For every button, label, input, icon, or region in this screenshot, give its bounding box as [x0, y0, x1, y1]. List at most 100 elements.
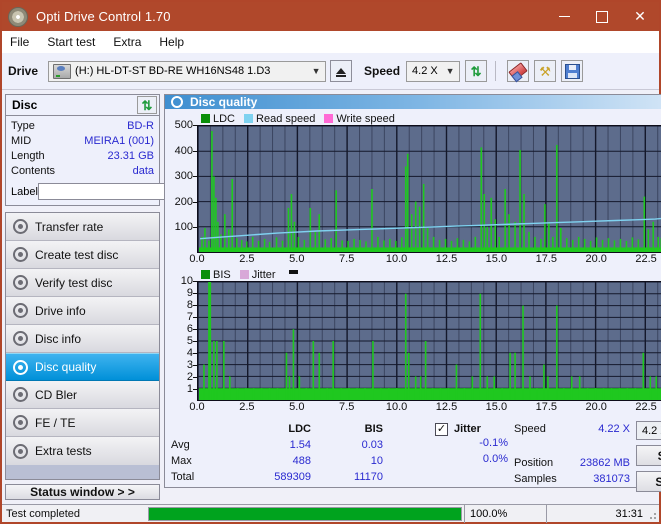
- legend-item-ldc: LDC: [201, 113, 235, 125]
- readout-position-value: 23862 MB: [579, 457, 630, 469]
- readout-samples-key: Samples: [514, 473, 557, 485]
- disc-row-contents: Contents data: [11, 164, 154, 179]
- menu-item-help[interactable]: Help: [159, 35, 184, 49]
- navigation-list: Transfer rate Create test disc Verify te…: [5, 212, 160, 480]
- ldc-chart: 100200300400500 2 X4 X6 X8 X10 X12 X14 X…: [167, 119, 661, 253]
- speed-select[interactable]: 4.2 X ▼: [406, 60, 461, 82]
- start-part-button[interactable]: Start part: [636, 471, 661, 492]
- disc-icon: [13, 331, 28, 346]
- disc-refresh-button[interactable]: ⇅: [137, 96, 157, 114]
- disc-panel-header: Disc ⇅: [6, 95, 159, 116]
- y-tick-label: 100: [174, 221, 193, 234]
- legend-item-read-speed: Read speed: [244, 113, 315, 125]
- sidebar-item-disc-quality[interactable]: Disc quality: [6, 353, 159, 381]
- jitter-checkbox[interactable]: ✓: [435, 422, 448, 436]
- jitter-total-value: [396, 469, 514, 485]
- close-button[interactable]: ✕: [621, 2, 659, 31]
- sidebar-item-label: CD Bler: [35, 387, 78, 402]
- menu-item-file[interactable]: File: [10, 35, 29, 49]
- refresh-icon: ⇅: [141, 97, 153, 113]
- y-tick-label: 400: [174, 144, 193, 157]
- sidebar-item-cd-bler[interactable]: CD Bler: [6, 381, 159, 409]
- test-speed-select[interactable]: 4.2 X ▼: [636, 421, 661, 440]
- disc-icon: [13, 359, 28, 375]
- disc-contents-key: Contents: [11, 165, 56, 177]
- stats-max-ldc: 488: [292, 455, 311, 467]
- x-tick-label: 5.0: [289, 401, 305, 413]
- readout-spacer: [514, 437, 634, 455]
- disc-quality-icon: [171, 96, 183, 108]
- progress-fill: [149, 507, 461, 520]
- erase-button[interactable]: [507, 60, 530, 82]
- sidebar-item-label: Verify test disc: [35, 275, 113, 290]
- disc-info-rows: Type BD-R MID MEIRA1 (001) Length 23.31 …: [6, 116, 241, 205]
- legend-label-write-speed: Write speed: [336, 112, 395, 125]
- menu-item-start-test[interactable]: Start test: [47, 35, 95, 49]
- refresh-button[interactable]: ⇅: [465, 60, 488, 82]
- maximize-button[interactable]: [583, 2, 621, 31]
- resize-grip-icon[interactable]: [647, 510, 657, 520]
- ldc-x-axis: 0.02.55.07.510.012.515.017.520.022.525.0…: [189, 253, 661, 267]
- readout-position-key: Position: [514, 457, 554, 469]
- start-full-button[interactable]: Start full: [636, 445, 661, 466]
- y-tick-label: 10: [180, 275, 193, 287]
- eject-icon: [336, 68, 347, 77]
- legend-label-jitter: Jitter: [251, 268, 276, 281]
- sidebar-item-disc-info[interactable]: Disc info: [6, 325, 159, 353]
- sidebar-item-label: Extra tests: [35, 444, 92, 458]
- x-tick-label: 0.0: [189, 401, 205, 413]
- readout-speed-key: Speed: [514, 423, 546, 435]
- optical-drive-icon: [53, 63, 72, 79]
- bis-x-axis: 0.02.55.07.510.012.515.017.520.022.525.0…: [189, 401, 661, 415]
- disc-icon: [13, 303, 28, 318]
- menu-item-extra[interactable]: Extra: [113, 35, 141, 49]
- jitter-avg-value: -0.1%: [479, 437, 508, 449]
- disc-type-value: BD-R: [127, 120, 154, 132]
- readout-column: Speed 4.22 X Position 23862 MB Samples 3…: [514, 421, 634, 492]
- sidebar-item-drive-info[interactable]: Drive info: [6, 297, 159, 325]
- jitter-max-value: 0.0%: [482, 453, 508, 465]
- status-window-button[interactable]: Status window > >: [5, 484, 160, 500]
- sidebar-item-verify-test-disc[interactable]: Verify test disc: [6, 269, 159, 297]
- ldc-chart-legend: LDC Read speed Write speed: [201, 112, 661, 125]
- tools-button[interactable]: ⚒: [534, 60, 557, 82]
- stats-max-bis: 10: [370, 455, 383, 467]
- sidebar-item-transfer-rate[interactable]: Transfer rate: [6, 213, 159, 241]
- sidebar-item-label: Transfer rate: [35, 219, 104, 234]
- drive-select-value: (H:) HL-DT-ST BD-RE WH16NS48 1.D3: [75, 65, 271, 77]
- statistics-panel: LDC BIS Avg 1.54 0.03 Max 488 10 Total 5…: [165, 415, 661, 492]
- save-button[interactable]: [561, 60, 584, 82]
- minimize-button[interactable]: [545, 2, 583, 31]
- x-tick-label: 20.0: [585, 401, 607, 413]
- stats-avg-ldc: 1.54: [289, 439, 311, 451]
- main-body: Disc ⇅ Type BD-R MID MEIRA1 (001) Length…: [2, 90, 661, 500]
- jitter-label: Jitter: [454, 423, 481, 435]
- stats-header-bis: BIS: [364, 423, 383, 435]
- sidebar-item-label: Drive info: [35, 303, 86, 318]
- sidebar-item-create-test-disc[interactable]: Create test disc: [6, 241, 159, 269]
- legend-item-write-speed: Write speed: [324, 113, 395, 125]
- drive-label: Drive: [8, 64, 39, 78]
- eject-button[interactable]: [330, 60, 353, 82]
- speed-select-value: 4.2 X: [412, 65, 438, 77]
- x-tick-label: 12.5: [435, 401, 458, 413]
- sidebar-item-fe-te[interactable]: FE / TE: [6, 409, 159, 437]
- title-bar: Opti Drive Control 1.70 ✕: [2, 2, 659, 31]
- disc-length-value: 23.31 GB: [107, 150, 154, 162]
- disc-row-mid: MID MEIRA1 (001): [11, 134, 154, 149]
- x-tick-label: 20.0: [585, 253, 607, 265]
- stats-table: LDC BIS Avg 1.54 0.03 Max 488 10 Total 5…: [171, 421, 396, 492]
- readout-speed: Speed 4.22 X: [514, 421, 634, 437]
- legend-label-read-speed: Read speed: [256, 112, 316, 125]
- drive-select[interactable]: (H:) HL-DT-ST BD-RE WH16NS48 1.D3 ▼: [48, 60, 327, 82]
- legend-item-jitter: Jitter: [239, 268, 276, 281]
- content-panel: Disc quality LDC Read speed Write speed …: [164, 94, 661, 492]
- x-tick-label: 10.0: [385, 401, 408, 413]
- disc-icon: [13, 247, 28, 262]
- bis-plot-area: [197, 281, 661, 401]
- menu-bar: File Start test Extra Help: [2, 31, 659, 53]
- x-tick-label: 15.0: [485, 253, 508, 265]
- drive-toolbar: Drive (H:) HL-DT-ST BD-RE WH16NS48 1.D3 …: [2, 53, 659, 90]
- bis-y-axis: 1 2 3 4 5 6 7 8 9 10: [167, 275, 197, 401]
- sidebar-item-extra-tests[interactable]: Extra tests: [6, 437, 159, 465]
